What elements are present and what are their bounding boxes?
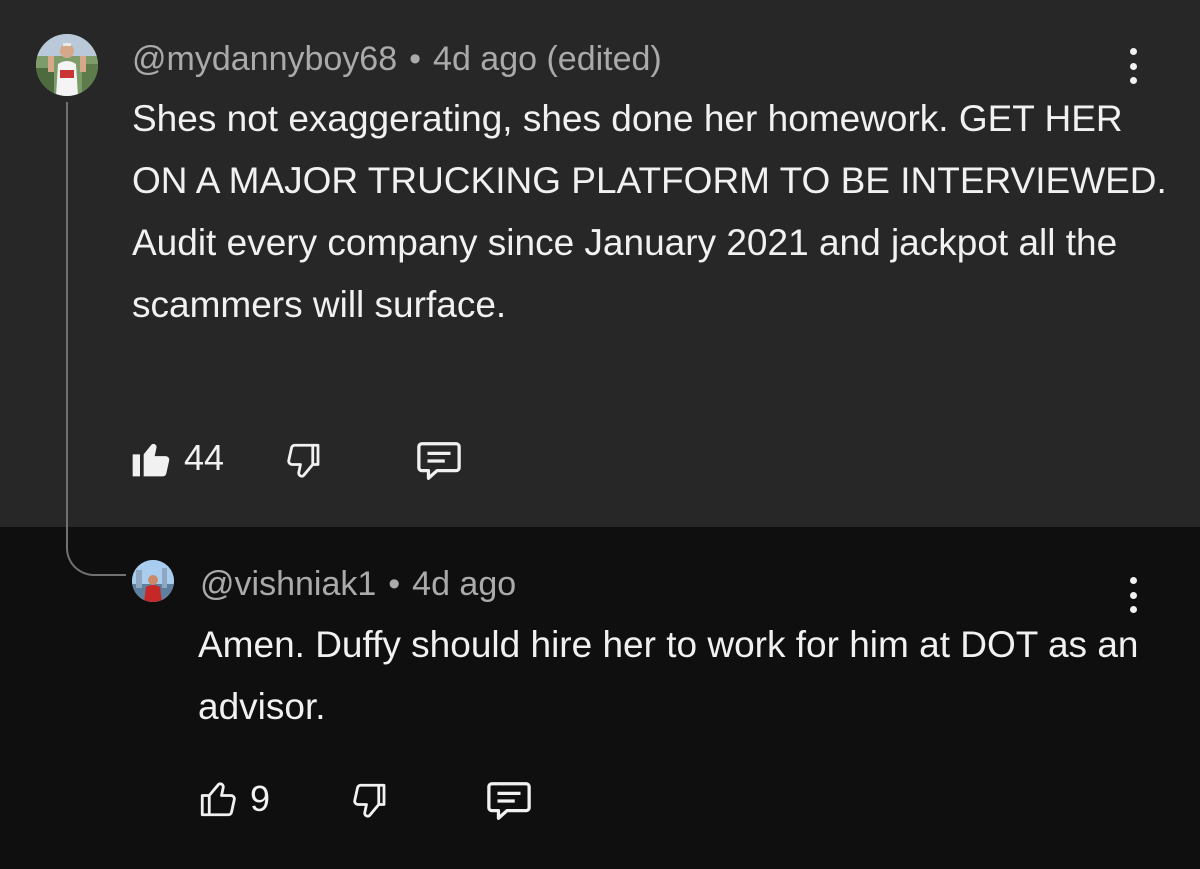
thumbs-down-icon xyxy=(348,780,392,822)
more-vert-icon[interactable] xyxy=(1118,44,1148,88)
comment-text: Amen. Duffy should hire her to work for … xyxy=(198,624,1139,727)
comment-thread: @mydannyboy68 • 4d ago (edited) Shes not e… xyxy=(0,0,1200,869)
like-count: 9 xyxy=(250,778,271,819)
thumbs-up-filled-icon xyxy=(128,436,174,480)
reply-comment-icon xyxy=(484,778,534,824)
more-vert-icon[interactable] xyxy=(1118,573,1148,617)
thumbs-up-outline-icon xyxy=(196,778,240,820)
like-button[interactable]: 44 xyxy=(128,436,224,480)
thumbs-down-icon xyxy=(282,440,326,482)
meta-separator: • xyxy=(388,565,401,603)
comment-timestamp[interactable]: 4d ago (edited) xyxy=(433,40,662,78)
thread-connector-line xyxy=(66,102,126,576)
reply-button[interactable] xyxy=(484,778,534,824)
comment-text: Shes not exaggerating, shes done her hom… xyxy=(132,98,1167,325)
like-button[interactable]: 9 xyxy=(196,778,270,820)
author-handle[interactable]: @mydannyboy68 xyxy=(132,40,397,78)
meta-separator: • xyxy=(409,40,422,78)
avatar[interactable] xyxy=(132,560,174,602)
dislike-button[interactable] xyxy=(282,440,326,482)
avatar[interactable] xyxy=(36,34,98,96)
comment-timestamp[interactable]: 4d ago xyxy=(412,565,516,603)
reply-button[interactable] xyxy=(414,438,464,484)
comment-meta: @vishniak1 • 4d ago xyxy=(200,565,516,604)
author-handle[interactable]: @vishniak1 xyxy=(200,565,376,603)
dislike-button[interactable] xyxy=(348,780,392,822)
comment-meta: @mydannyboy68 • 4d ago (edited) xyxy=(132,40,662,79)
comment-main: @mydannyboy68 • 4d ago (edited) Shes not e… xyxy=(0,0,1200,527)
reply-comment-icon xyxy=(414,438,464,484)
like-count: 44 xyxy=(184,437,225,478)
